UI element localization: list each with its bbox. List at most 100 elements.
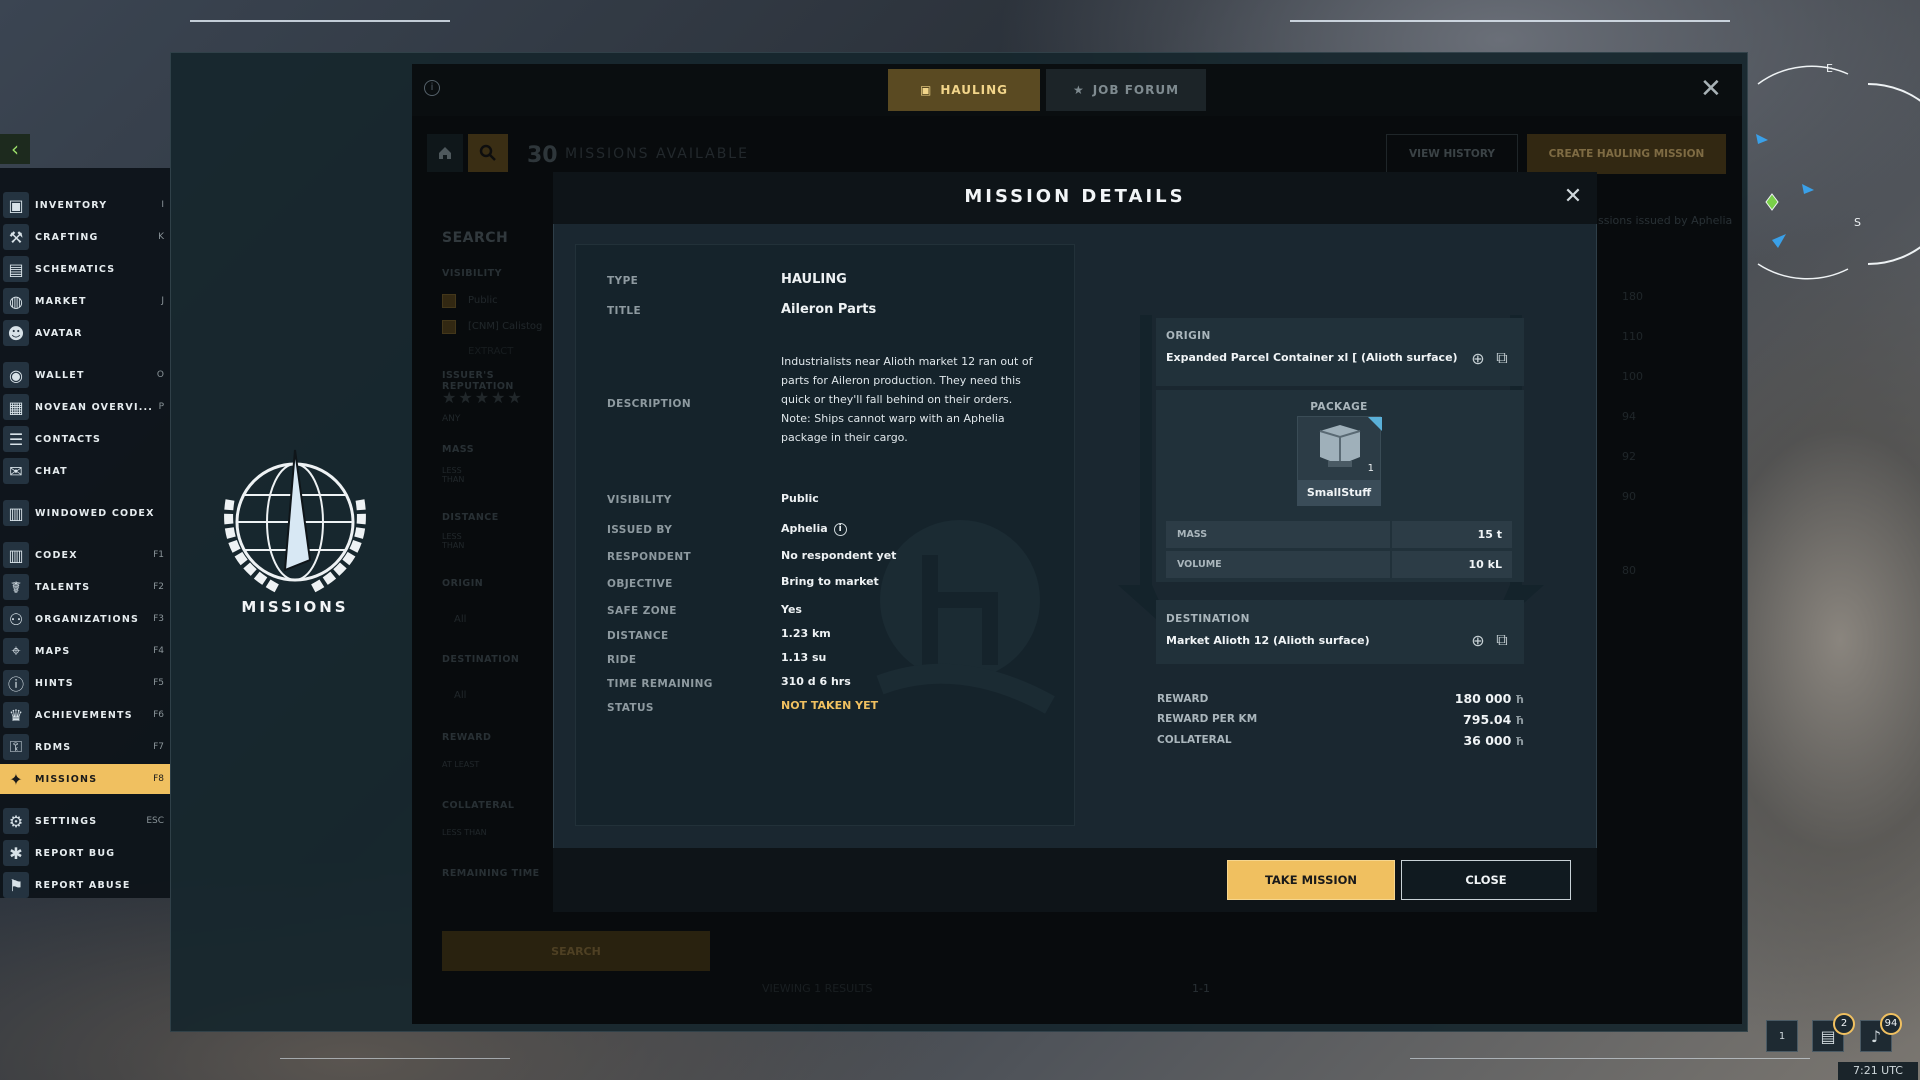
tab-hauling-label: HAULING bbox=[940, 83, 1009, 97]
info-icon[interactable]: i bbox=[833, 523, 847, 536]
hud-frame-line bbox=[1290, 20, 1730, 22]
menu-item-market[interactable]: ◍ MARKET J bbox=[0, 286, 170, 316]
description-value: Industrialists near Alioth market 12 ran… bbox=[781, 355, 1033, 444]
map-icon: ⌖ bbox=[3, 638, 29, 664]
menu-item-codex[interactable]: ▥ CODEX F1 bbox=[0, 540, 170, 570]
menu-item-schematics[interactable]: ▤ SCHEMATICS bbox=[0, 254, 170, 284]
currency-icon: ħ bbox=[1515, 735, 1524, 748]
menu-item-organizations[interactable]: ⚇ ORGANIZATIONS F3 bbox=[0, 604, 170, 634]
menu-item-missions[interactable]: ✦ MISSIONS F8 bbox=[0, 764, 170, 794]
modal-title: MISSION DETAILS bbox=[964, 186, 1186, 207]
tab-hauling[interactable]: ▣ HAULING bbox=[888, 69, 1040, 111]
menu-item-label: CRAFTING bbox=[35, 231, 99, 243]
close-icon[interactable]: ✕ bbox=[1562, 186, 1584, 208]
time-remaining-label: TIME REMAINING bbox=[607, 678, 713, 690]
menu-item-label: MISSIONS bbox=[35, 773, 98, 785]
menu-item-achievements[interactable]: ♛ ACHIEVEMENTS F6 bbox=[0, 700, 170, 730]
gear-icon: ⚙ bbox=[3, 808, 29, 834]
distance-value: 1.23 km bbox=[781, 627, 831, 640]
menu-item-talents[interactable]: ☤ TALENTS F2 bbox=[0, 572, 170, 602]
locate-icon[interactable]: ⊕ bbox=[1470, 631, 1486, 650]
locate-icon[interactable]: ⊕ bbox=[1470, 349, 1486, 368]
take-mission-button[interactable]: TAKE MISSION bbox=[1227, 860, 1395, 900]
menu-item-label: AVATAR bbox=[35, 327, 83, 339]
menu-item-wallet[interactable]: ◉ WALLET O bbox=[0, 360, 170, 390]
destination-value: Market Alioth 12 (Alioth surface) bbox=[1166, 634, 1370, 647]
menu-item-inventory[interactable]: ▣ INVENTORY I bbox=[0, 190, 170, 220]
back-button[interactable]: ‹ bbox=[0, 134, 30, 164]
title-value: Aileron Parts bbox=[781, 302, 877, 317]
close-button[interactable]: CLOSE bbox=[1401, 860, 1571, 900]
currency-icon: ħ bbox=[1515, 693, 1524, 706]
copy-icon[interactable]: ⧉ bbox=[1494, 630, 1510, 649]
visibility-label: VISIBILITY bbox=[607, 494, 672, 506]
rdms-icon: ⚿ bbox=[3, 734, 29, 760]
trophy-icon: ♛ bbox=[3, 702, 29, 728]
ride-value: 1.13 su bbox=[781, 651, 827, 664]
copy-icon[interactable]: ⧉ bbox=[1494, 348, 1510, 367]
objective-label: OBJECTIVE bbox=[607, 578, 673, 590]
menu-item-shortcut: F6 bbox=[153, 710, 164, 720]
issued-by-label: ISSUED BY bbox=[607, 524, 673, 536]
reward-value: 180 000 ħ bbox=[1380, 691, 1524, 706]
volume-label: VOLUME bbox=[1166, 551, 1390, 578]
menu-item-avatar[interactable]: ☻ AVATAR bbox=[0, 318, 170, 348]
chat-count-badge: 2 bbox=[1833, 1013, 1855, 1035]
hotbar-slot[interactable]: 1 bbox=[1766, 1020, 1798, 1052]
menu-item-rdms[interactable]: ⚿ RDMS F7 bbox=[0, 732, 170, 762]
volume-value: 10 kL bbox=[1392, 551, 1512, 578]
close-icon[interactable]: ✕ bbox=[1700, 76, 1726, 102]
menu-item-label: REPORT ABUSE bbox=[35, 879, 131, 891]
menu-item-crafting[interactable]: ⚒ CRAFTING K bbox=[0, 222, 170, 252]
menu-item-windowed-codex[interactable]: ▥ WINDOWED CODEX bbox=[0, 498, 170, 528]
person-icon: ☻ bbox=[3, 320, 29, 346]
menu-item-label: SETTINGS bbox=[35, 815, 98, 827]
flag-icon: ⚑ bbox=[3, 872, 29, 898]
time-remaining-value: 310 d 6 hrs bbox=[781, 675, 851, 688]
currency-icon: ħ bbox=[1515, 714, 1524, 727]
hud-frame-line bbox=[190, 20, 450, 22]
menu-item-label: CHAT bbox=[35, 465, 68, 477]
book-icon: ▥ bbox=[3, 542, 29, 568]
description-label: DESCRIPTION bbox=[607, 398, 692, 410]
menu-item-chat[interactable]: ✉ CHAT bbox=[0, 456, 170, 486]
ride-label: RIDE bbox=[607, 654, 637, 666]
collateral-amount: 36 000 bbox=[1463, 733, 1512, 748]
menu-item-label: ORGANIZATIONS bbox=[35, 613, 140, 625]
menu-item-label: WINDOWED CODEX bbox=[35, 507, 155, 519]
tab-job-forum[interactable]: ★ JOB FORUM bbox=[1046, 69, 1206, 111]
menu-item-label: MAPS bbox=[35, 645, 71, 657]
menu-item-report-bug[interactable]: ✱ REPORT BUG bbox=[0, 838, 170, 868]
coin-icon: ◉ bbox=[3, 362, 29, 388]
safe-zone-value: Yes bbox=[781, 603, 802, 616]
origin-label: ORIGIN bbox=[1166, 330, 1211, 342]
issued-by-value[interactable]: Aphelia bbox=[781, 522, 828, 535]
menu-item-shortcut: F7 bbox=[153, 742, 164, 752]
menu-item-report-abuse[interactable]: ⚑ REPORT ABUSE bbox=[0, 870, 170, 900]
star-icon: ★ bbox=[1072, 83, 1085, 97]
chat-icon: ▤ bbox=[1820, 1026, 1836, 1046]
menu-item-shortcut: O bbox=[156, 370, 164, 380]
visibility-value: Public bbox=[781, 492, 819, 505]
missions-title: MISSIONS bbox=[241, 598, 349, 616]
menu-item-label: TALENTS bbox=[35, 581, 91, 593]
info-icon[interactable]: i bbox=[424, 80, 440, 96]
origin-value: Expanded Parcel Container xl [ (Alioth s… bbox=[1166, 351, 1458, 364]
menu-item-label: HINTS bbox=[35, 677, 74, 689]
distance-label: DISTANCE bbox=[607, 630, 669, 642]
menu-item-maps[interactable]: ⌖ MAPS F4 bbox=[0, 636, 170, 666]
menu-item-contacts[interactable]: ☰ CONTACTS bbox=[0, 424, 170, 454]
clock: 7:21 UTC bbox=[1838, 1062, 1918, 1080]
destination-label: DESTINATION bbox=[1166, 613, 1250, 625]
bug-icon: ✱ bbox=[3, 840, 29, 866]
menu-item-settings[interactable]: ⚙ SETTINGS ESC bbox=[0, 806, 170, 836]
menu-item-novean-overvi[interactable]: ▦ NOVEAN OVERVI... P bbox=[0, 392, 170, 422]
volume-row: VOLUME 10 kL bbox=[1166, 551, 1512, 578]
svg-text:S: S bbox=[1854, 216, 1861, 229]
respondent-label: RESPONDENT bbox=[607, 551, 692, 563]
hammer-icon: ⚒ bbox=[3, 224, 29, 250]
menu-item-hints[interactable]: ⓘ HINTS F5 bbox=[0, 668, 170, 698]
menu-item-label: ACHIEVEMENTS bbox=[35, 709, 133, 721]
issued-by: Aphelia i bbox=[781, 522, 847, 536]
status-label: STATUS bbox=[607, 702, 654, 714]
